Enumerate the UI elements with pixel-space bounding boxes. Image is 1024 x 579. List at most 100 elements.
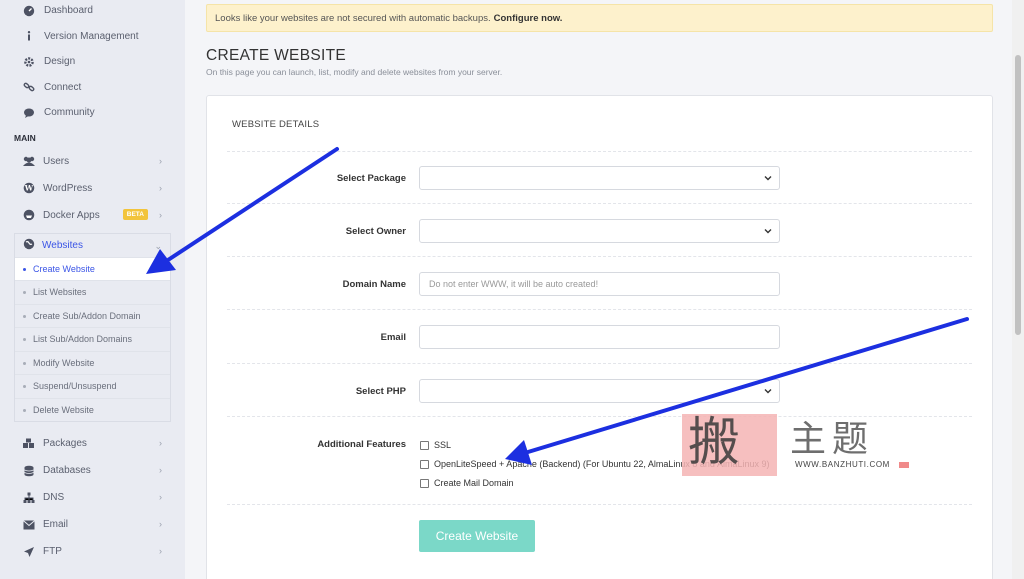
chevron-right-icon: › bbox=[159, 182, 162, 193]
sidebar-item-label: Connect bbox=[44, 81, 82, 93]
chevron-right-icon: › bbox=[159, 546, 162, 556]
chevron-down-icon bbox=[764, 389, 772, 394]
sidebar-item-label: Community bbox=[44, 107, 95, 119]
divider bbox=[227, 363, 972, 364]
submenu-item-create-sub-addon-domain[interactable]: Create Sub/Addon Domain bbox=[15, 303, 170, 328]
svg-text:W: W bbox=[24, 184, 34, 193]
users-icon bbox=[22, 154, 36, 168]
sidebar-item-label: Users bbox=[43, 155, 70, 167]
submenu-item-delete-website[interactable]: Delete Website bbox=[15, 397, 170, 422]
divider bbox=[227, 203, 972, 204]
page-title: CREATE WEBSITE bbox=[206, 47, 346, 64]
database-icon bbox=[22, 464, 36, 478]
globe-icon bbox=[23, 238, 35, 253]
submenu-item-list-sub-addon-domains[interactable]: List Sub/Addon Domains bbox=[15, 327, 170, 351]
submenu-item-list-websites[interactable]: List Websites bbox=[15, 280, 170, 304]
sidebar-item-label: DNS bbox=[43, 492, 65, 503]
sidebar-item-label: Packages bbox=[43, 438, 87, 449]
chevron-right-icon: › bbox=[159, 209, 162, 220]
info-icon bbox=[22, 29, 36, 43]
sidebar-item-label: Databases bbox=[43, 465, 91, 476]
sidebar-item-wordpress[interactable]: W WordPress › bbox=[0, 175, 185, 202]
divider bbox=[227, 309, 972, 310]
sidebar-item-label: Docker Apps bbox=[43, 209, 100, 221]
page-subtitle: On this page you can launch, list, modif… bbox=[206, 67, 503, 77]
sidebar-item-docker-apps[interactable]: Docker Apps BETA › bbox=[0, 202, 185, 229]
sidebar-item-label: Dashboard bbox=[44, 5, 93, 17]
feature-label: Create Mail Domain bbox=[434, 478, 514, 488]
domain-name-input[interactable]: Do not enter WWW, it will be auto create… bbox=[419, 272, 780, 296]
websites-submenu: Create Website List Websites Create Sub/… bbox=[14, 256, 171, 422]
select-owner-dropdown[interactable] bbox=[419, 219, 780, 243]
section-label-main: MAIN bbox=[14, 132, 36, 143]
sidebar-item-design[interactable]: Design bbox=[0, 49, 185, 75]
envelope-icon bbox=[22, 518, 36, 532]
chevron-right-icon: › bbox=[159, 519, 162, 529]
additional-features-label: Additional Features bbox=[317, 439, 406, 450]
chevron-right-icon: › bbox=[159, 155, 162, 166]
chevron-down-icon: ⌄ bbox=[154, 240, 162, 251]
create-website-button[interactable]: Create Website bbox=[419, 520, 535, 552]
sidebar-item-email[interactable]: Email › bbox=[0, 511, 185, 538]
sidebar-item-websites[interactable]: Websites ⌄ bbox=[14, 232, 171, 257]
submenu-item-create-website[interactable]: Create Website bbox=[15, 256, 170, 280]
alert-text: Looks like your websites are not secured… bbox=[215, 12, 491, 24]
openlitespeed-checkbox[interactable] bbox=[420, 459, 429, 469]
chevron-right-icon: › bbox=[159, 465, 162, 475]
watermark-url: WWW.BANZHUTI.COM bbox=[795, 460, 890, 469]
sidebar-item-label: Version Management bbox=[44, 30, 139, 42]
sidebar-item-label: FTP bbox=[43, 546, 62, 557]
gear-icon bbox=[22, 55, 36, 69]
divider bbox=[227, 256, 972, 257]
divider bbox=[227, 151, 972, 152]
sidebar-item-label: Design bbox=[44, 56, 76, 68]
sidebar-item-packages[interactable]: Packages › bbox=[0, 430, 185, 457]
chevron-down-icon bbox=[764, 229, 772, 234]
feature-ssl[interactable]: SSL bbox=[420, 440, 451, 450]
chevron-right-icon: › bbox=[159, 438, 162, 448]
domain-placeholder: Do not enter WWW, it will be auto create… bbox=[429, 279, 599, 289]
wordpress-icon: W bbox=[22, 181, 36, 195]
chevron-down-icon bbox=[764, 176, 772, 181]
scrollbar-thumb[interactable] bbox=[1015, 55, 1021, 335]
sitemap-icon bbox=[22, 491, 36, 505]
backup-alert: Looks like your websites are not secured… bbox=[206, 4, 993, 32]
ssl-checkbox[interactable] bbox=[420, 440, 429, 450]
sidebar-item-ftp[interactable]: FTP › bbox=[0, 538, 185, 565]
banzhuti-watermark: 搬 主题 WWW.BANZHUTI.COM bbox=[682, 408, 912, 478]
docker-icon bbox=[22, 208, 36, 222]
sidebar-item-label: Email bbox=[43, 519, 69, 530]
select-php-dropdown[interactable] bbox=[419, 379, 780, 403]
watermark-big-char: 搬 bbox=[688, 413, 741, 473]
select-php-label: Select PHP bbox=[355, 386, 406, 397]
sidebar: Dashboard Version Management Design Conn… bbox=[0, 0, 185, 579]
submenu-item-suspend-unsuspend[interactable]: Suspend/Unsuspend bbox=[15, 374, 170, 398]
sidebar-item-community[interactable]: Community bbox=[0, 100, 185, 126]
sidebar-item-label: Websites bbox=[42, 239, 83, 251]
chevron-right-icon: › bbox=[159, 492, 162, 502]
sidebar-item-version-management[interactable]: Version Management bbox=[0, 24, 185, 50]
main-content: Looks like your websites are not secured… bbox=[185, 0, 1012, 579]
scrollbar[interactable] bbox=[1012, 0, 1024, 579]
divider bbox=[227, 504, 972, 505]
sidebar-item-dashboard[interactable]: Dashboard bbox=[0, 0, 185, 24]
email-input[interactable] bbox=[419, 325, 780, 349]
domain-name-label: Domain Name bbox=[342, 279, 406, 290]
sidebar-item-connect[interactable]: Connect bbox=[0, 75, 185, 101]
sidebar-item-label: WordPress bbox=[43, 182, 93, 194]
email-label: Email bbox=[380, 332, 406, 343]
configure-now-link[interactable]: Configure now. bbox=[494, 13, 563, 24]
packages-icon bbox=[22, 437, 36, 451]
website-details-card: WEBSITE DETAILS Select Package Select Ow… bbox=[206, 95, 993, 579]
sidebar-item-databases[interactable]: Databases › bbox=[0, 457, 185, 484]
submenu-item-modify-website[interactable]: Modify Website bbox=[15, 350, 170, 375]
sidebar-item-dns[interactable]: DNS › bbox=[0, 484, 185, 511]
link-icon bbox=[22, 80, 36, 94]
watermark-red-mark bbox=[899, 462, 909, 468]
chat-icon bbox=[22, 106, 36, 120]
dashboard-icon bbox=[22, 4, 36, 18]
sidebar-item-users[interactable]: Users › bbox=[0, 148, 185, 175]
mail-domain-checkbox[interactable] bbox=[420, 478, 429, 488]
feature-create-mail-domain[interactable]: Create Mail Domain bbox=[420, 478, 514, 488]
select-package-dropdown[interactable] bbox=[419, 166, 780, 190]
